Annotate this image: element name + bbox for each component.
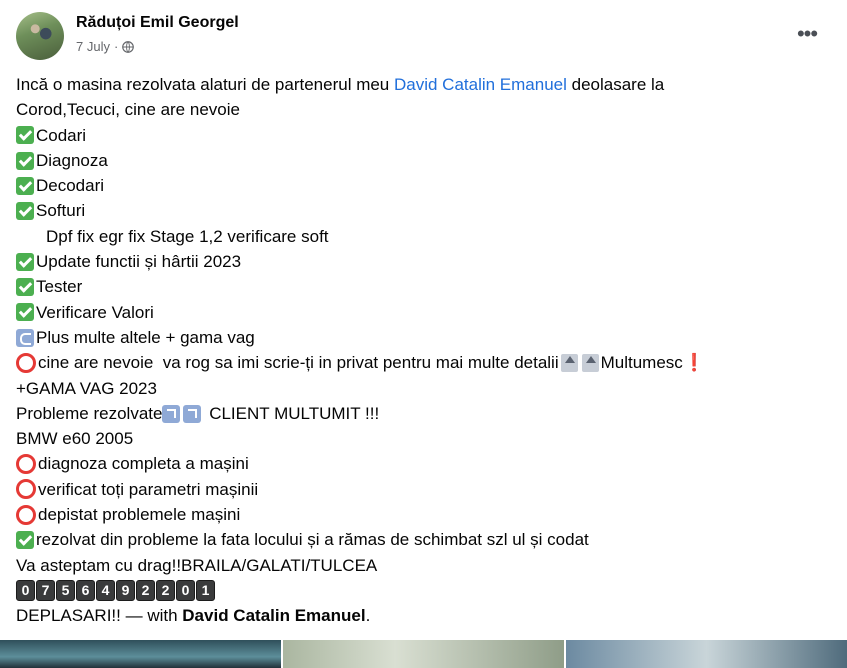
list-item: Tester (16, 274, 816, 299)
intro-line-2: Corod,Tecuci, cine are nevoie (16, 100, 240, 120)
phone-digit: 0 (16, 580, 35, 602)
list-item-text: Tester (36, 277, 83, 297)
list-item-text: diagnoza completa a mașini (38, 454, 249, 474)
more-options-icon[interactable]: ••• (789, 21, 825, 46)
post-body: Incă o masina rezolvata alaturi de parte… (16, 72, 816, 629)
list-item-text: Plus multe altele + gama vag (36, 327, 255, 347)
post-photo[interactable] (283, 640, 564, 668)
photo-grid (0, 640, 847, 668)
list-item-text: Verificare Valori (36, 302, 154, 322)
list-item: diagnoza completa a mașini (16, 451, 816, 476)
post-photo[interactable] (0, 640, 281, 668)
softuri-detail: Dpf fix egr fix Stage 1,2 verificare sof… (46, 226, 329, 246)
list-item: Update functii și hârtii 2023 (16, 249, 816, 274)
list-item-text: depistat problemele mașini (38, 505, 241, 525)
intro-line: Incă o masina rezolvata alaturi de parte… (16, 72, 816, 97)
globe-icon[interactable] (122, 40, 135, 53)
check-mark-icon (16, 278, 34, 297)
phone-digit: 7 (36, 580, 55, 602)
client-text: CLIENT MULTUMIT !!! (204, 403, 380, 423)
phone-number: 0 7 5 6 4 9 2 2 0 1 (16, 578, 816, 603)
post-header: Răduțoi Emil Georgel 7 July · ••• (16, 12, 831, 60)
phone-digit: 2 (156, 580, 175, 602)
up-right-arrow-icon (162, 404, 181, 423)
phone-digit: 1 (196, 580, 215, 602)
list-item: depistat problemele mașini (16, 502, 816, 527)
phone-digit: 2 (136, 580, 155, 602)
list-item-text: Update functii și hârtii 2023 (36, 252, 242, 272)
list-item-text: rezolvat din probleme la fata locului și… (36, 530, 589, 550)
top-arrow-icon (581, 353, 599, 372)
list-item-text: verificat toți parametri mașinii (38, 479, 259, 499)
check-mark-icon (16, 530, 34, 549)
deplasari-line: DEPLASARI!! — with David Catalin Emanuel… (16, 603, 816, 628)
tagged-person-link-bold[interactable]: David Catalin Emanuel (182, 603, 365, 628)
red-circle-icon (16, 479, 36, 500)
list-item: Softuri (16, 198, 816, 223)
phone-digit: 5 (56, 580, 75, 602)
list-item: Plus multe altele + gama vag (16, 325, 816, 350)
probleme-line: Probleme rezolvate CLIENT MULTUMIT !!! (16, 401, 816, 426)
check-mark-icon (16, 303, 34, 322)
post-photo[interactable] (566, 640, 847, 668)
phone-digit: 0 (176, 580, 195, 602)
red-circle-icon (16, 352, 36, 373)
car-line: BMW e60 2005 (16, 429, 134, 449)
exclamation-icon: ❗ (683, 353, 705, 373)
author-name[interactable]: Răduțoi Emil Georgel (76, 14, 239, 32)
contact-text: cine are nevoie va rog sa imi scrie-ți i… (38, 353, 559, 373)
list-item-text: Diagnoza (36, 150, 108, 170)
intro-text: Incă o masina rezolvata alaturi de parte… (16, 75, 394, 94)
red-circle-icon (16, 504, 36, 525)
list-item: Diagnoza (16, 148, 816, 173)
list-item: Codari (16, 123, 816, 148)
list-item: Verificare Valori (16, 300, 816, 325)
contact-line: cine are nevoie va rog sa imi scrie-ți i… (16, 350, 816, 375)
check-mark-icon (16, 151, 34, 170)
tagged-person-link[interactable]: David Catalin Emanuel (394, 72, 567, 97)
deplasari-period: . (365, 606, 371, 626)
intro-text-after: deolasare la (566, 75, 665, 94)
check-mark-icon (16, 176, 34, 195)
list-item: rezolvat din probleme la fata locului și… (16, 527, 816, 552)
post-meta: 7 July · (76, 39, 135, 54)
red-circle-icon (16, 454, 36, 475)
loop-arrow-icon (16, 328, 34, 347)
phone-digit: 4 (96, 580, 115, 602)
gama-line: +GAMA VAG 2023 (16, 378, 157, 398)
up-right-arrow-icon (183, 404, 202, 423)
phone-digit: 9 (116, 580, 135, 602)
top-arrow-icon (560, 353, 578, 372)
probleme-text: Probleme rezolvate (16, 403, 163, 423)
list-item-text: Codari (36, 125, 87, 145)
post-date[interactable]: 7 July (76, 39, 110, 54)
list-item-text: Softuri (36, 201, 86, 221)
thanks-text: Multumesc (600, 353, 683, 373)
check-mark-icon (16, 126, 34, 145)
deplasari-text: DEPLASARI!! — with (16, 606, 183, 626)
meta-separator: · (113, 39, 119, 54)
avatar[interactable] (16, 12, 64, 60)
list-item: Decodari (16, 173, 816, 198)
phone-digit: 6 (76, 580, 95, 602)
asteptam-line: Va asteptam cu drag!!BRAILA/GALATI/TULCE… (16, 555, 378, 575)
list-item-text: Decodari (36, 176, 105, 196)
check-mark-icon (16, 252, 34, 271)
list-item: verificat toți parametri mașinii (16, 477, 816, 502)
check-mark-icon (16, 202, 34, 221)
